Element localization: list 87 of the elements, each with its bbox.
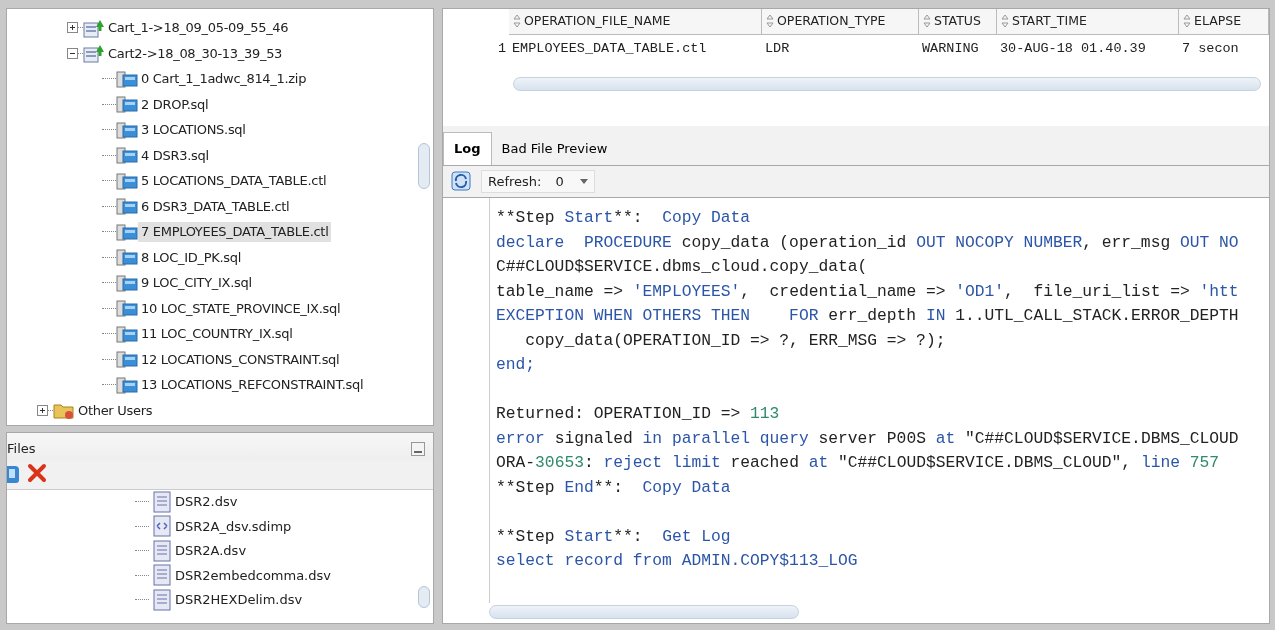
- file-node-icon: [116, 323, 138, 344]
- column-header[interactable]: OPERATION_TYPE: [762, 9, 919, 35]
- tree-node[interactable]: Other Users: [75, 400, 156, 420]
- file-node-icon: [116, 170, 138, 191]
- tree-node[interactable]: 13 LOCATIONS_REFCONSTRAINT.sql: [138, 375, 367, 395]
- file-node-icon: [116, 221, 138, 242]
- tree-node[interactable]: 4 DSR3.sql: [138, 145, 212, 165]
- column-header[interactable]: STATUS: [919, 9, 997, 35]
- log-line: ORA-30653: reject limit reached at "C##CLOUD$SERVICE.DBMS_CLOUD", line 757: [495, 452, 1220, 474]
- tree-node[interactable]: 9 LOC_CITY_IX.sql: [138, 273, 255, 293]
- tree-node[interactable]: 8 LOC_ID_PK.sql: [138, 247, 244, 267]
- refresh-label: Refresh:: [488, 172, 542, 191]
- minimize-icon: [411, 441, 425, 456]
- refresh-icon: [451, 171, 471, 192]
- file-node-icon: [116, 196, 138, 217]
- tree-node[interactable]: 3 LOCATIONS.sql: [138, 120, 249, 140]
- table-cell-text: WARNING: [921, 39, 980, 58]
- tree-node[interactable]: 7 EMPLOYEES_DATA_TABLE.ctl: [138, 222, 332, 242]
- tree-node[interactable]: 10 LOC_STATE_PROVINCE_IX.sql: [138, 298, 344, 318]
- sort-icon: [766, 14, 774, 29]
- scrollbar[interactable]: [513, 77, 1261, 91]
- sort-icon: [513, 14, 521, 29]
- column-title: STATUS: [934, 12, 981, 30]
- tree-node[interactable]: 11 LOC_COUNTRY_IX.sql: [138, 324, 296, 344]
- log-line: **Step End**: Copy Data: [495, 476, 731, 499]
- file-node-icon: [116, 68, 138, 89]
- log-line: declare PROCEDURE copy_data (operation_id OUT NOCOPY NUMBER, err_msg OUT NO: [495, 231, 1239, 254]
- log-line: **Step Start**: Copy Data: [495, 207, 751, 229]
- sort-icon: [1183, 14, 1191, 29]
- expand-icon[interactable]: [67, 22, 78, 34]
- file-node-icon: [116, 119, 138, 140]
- file-item[interactable]: DSR2embedcomma.dsv: [175, 565, 331, 585]
- tree-node[interactable]: 0 Cart_1_1adwc_814_1.zip: [138, 69, 310, 89]
- log-line: EXCEPTION WHEN OTHERS THEN FOR err_depth IN 1..UTL_CALL_STACK.ERROR_DEPTH: [495, 305, 1239, 327]
- log-line: table_name => 'EMPLOYEES', credential_name => 'OD1', file_uri_list => 'htt: [495, 280, 1239, 303]
- log-line: select record from ADMIN.COPY$113_LOG: [495, 550, 858, 572]
- column-title: OPERATION_FILE_NAME: [524, 12, 671, 30]
- tab[interactable]: Bad File Preview: [491, 133, 618, 165]
- table-cell-text: 7 secon: [1181, 39, 1240, 58]
- file-node-icon: [116, 374, 138, 395]
- column-header[interactable]: ELAPSE: [1179, 9, 1269, 35]
- tree-node[interactable]: 5 LOCATIONS_DATA_TABLE.ctl: [138, 171, 330, 191]
- tree-node[interactable]: Cart2->18_08_30-13_39_53: [105, 43, 286, 63]
- sort-icon: [923, 14, 931, 29]
- table-cell-text: EMPLOYEES_DATA_TABLE.ctl: [511, 39, 708, 58]
- column-header[interactable]: OPERATION_FILE_NAME: [509, 9, 762, 35]
- column-title: START_TIME: [1012, 12, 1087, 30]
- sort-icon: [1001, 14, 1009, 29]
- tree-node[interactable]: 12 LOCATIONS_CONSTRAINT.sql: [138, 349, 343, 369]
- cart-icon: [83, 43, 105, 64]
- refresh-dropdown[interactable]: 0: [555, 171, 588, 191]
- log-line: **Step Start**: Get Log: [495, 525, 731, 548]
- collapse-icon[interactable]: [67, 47, 78, 59]
- tree-node[interactable]: Cart_1->18_09_05-09_55_46: [105, 18, 292, 38]
- text-file-icon: [153, 588, 171, 611]
- scrollbar[interactable]: [489, 605, 799, 619]
- log-line: Returned: OPERATION_ID => 113: [495, 403, 780, 425]
- column-title: ELAPSE: [1194, 12, 1242, 30]
- dropdown-icon: [579, 178, 588, 184]
- tree-node[interactable]: 2 DROP.sql: [138, 94, 212, 114]
- file-node-icon: [116, 247, 138, 268]
- tab[interactable]: Log: [443, 132, 492, 165]
- column-title: OPERATION_TYPE: [777, 12, 886, 30]
- file-node-icon: [116, 298, 138, 319]
- file-node-icon: [116, 94, 138, 115]
- file-node-icon: [116, 349, 138, 370]
- log-line: copy_data(OPERATION_ID => ?, ERR_MSG => ?);: [524, 329, 946, 352]
- file-node-icon: [116, 145, 138, 166]
- text-file-icon: [153, 564, 171, 587]
- table-cell-text: LDR: [764, 39, 791, 58]
- mapping-file-icon: [153, 515, 171, 538]
- log-line: end;: [495, 354, 536, 376]
- row-number: 1: [496, 39, 507, 58]
- file-item[interactable]: DSR2HEXDelim.dsv: [175, 590, 303, 610]
- panel-title: Files: [7, 440, 36, 458]
- column-header[interactable]: START_TIME: [997, 9, 1179, 35]
- delete-icon: [27, 462, 47, 483]
- table-cell-text: 30-AUG-18 01.40.39: [999, 39, 1147, 58]
- file-item[interactable]: DSR2A.dsv: [175, 541, 247, 561]
- file-node-icon: [116, 272, 138, 293]
- tree-node[interactable]: 6 DSR3_DATA_TABLE.ctl: [138, 196, 293, 216]
- log-line: C##CLOUD$SERVICE.dbms_cloud.copy_data(: [495, 256, 868, 278]
- text-file-icon: [153, 539, 171, 562]
- file-item[interactable]: DSR2A_dsv.sdimp: [175, 516, 292, 536]
- expand-icon[interactable]: [37, 404, 48, 416]
- log-line: error signaled in parallel query server P00S at "C##CLOUD$SERVICE.DBMS_CLOUD: [495, 427, 1239, 450]
- file-item[interactable]: DSR2.dsv: [175, 492, 238, 512]
